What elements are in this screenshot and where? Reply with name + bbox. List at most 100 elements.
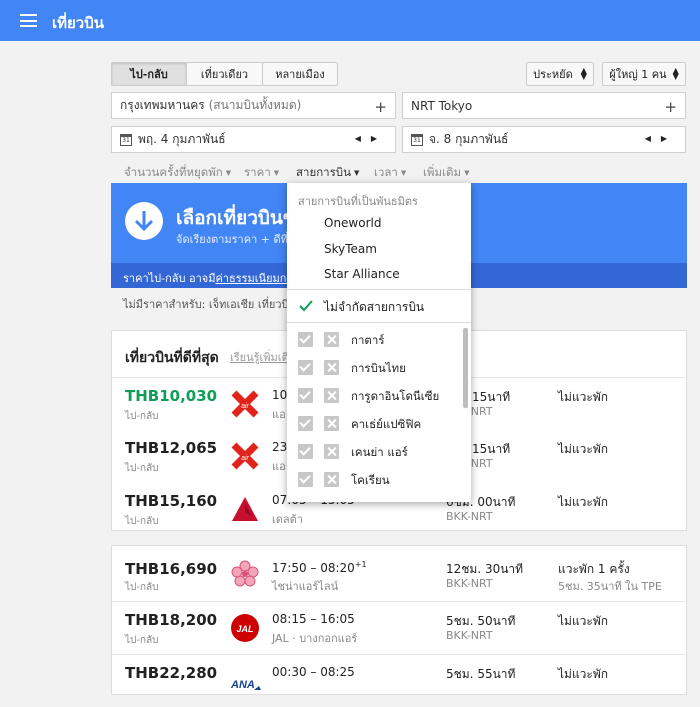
filter-time-label: เวลา (374, 165, 398, 179)
alliance-star-alliance[interactable]: Star Alliance (324, 267, 400, 281)
caret-down-icon: ▼ (464, 168, 470, 177)
exclude-airline-icon[interactable] (324, 332, 339, 347)
flight-price: THB12,065 (125, 439, 218, 457)
ana-logo-text: ANA (230, 679, 255, 691)
divider (287, 289, 471, 290)
flight-row[interactable]: THB16,690 ไป-กลับ 17:50 – 08:20+1 ไชน่าแ… (112, 546, 688, 599)
destination-field[interactable]: NRT Tokyo + (402, 92, 686, 119)
filter-airlines-label: สายการบิน (296, 165, 351, 179)
return-date-value: จ. 8 กุมภาพันธ์ (429, 132, 509, 146)
cabin-class-value: ประหยัด (533, 68, 573, 81)
fees-link[interactable]: ค่าธรรมเนียมกร (215, 272, 292, 285)
jal-logo-text: JAL (236, 624, 253, 634)
flight-route: BKK-NRT (446, 629, 493, 642)
airline-option-label: โคเรียน (351, 473, 390, 487)
price-note-text: ราคาไป-กลับ อาจมี (123, 272, 216, 285)
trip-type: ไป-กลับ (125, 516, 159, 527)
date-prev-next-icon[interactable]: ◀▶ (645, 134, 677, 143)
airline-name: เดลต้า (272, 513, 303, 526)
exclude-airline-icon[interactable] (324, 416, 339, 431)
passenger-select[interactable]: ผู้ใหญ่ 1 คน ▲ ▼ (602, 62, 686, 86)
filter-stops[interactable]: จำนวนครั้งที่หยุดพัก ▼ (124, 164, 231, 182)
flight-duration: 5ชม. 55นาที (446, 667, 516, 681)
depart-date-field[interactable]: 31 พฤ. 4 กุมภาพันธ์ ◀▶ (111, 126, 396, 153)
other-flights-card: THB16,690 ไป-กลับ 17:50 – 08:20+1 ไชน่าแ… (111, 545, 688, 695)
exclude-airline-icon[interactable] (324, 388, 339, 403)
alliance-oneworld[interactable]: Oneworld (324, 216, 381, 230)
filter-more-label: เพิ่มเติม (423, 165, 462, 179)
origin-hint: (สนามบินทั้งหมด) (208, 98, 302, 112)
hamburger-menu-icon[interactable] (20, 14, 37, 27)
trip-type: ไป-กลับ (125, 463, 159, 474)
arrow-down-icon (125, 202, 163, 240)
flight-time: 00:30 – 08:25 (272, 665, 355, 679)
alliance-header: สายการบินที่เป็นพันธมิตร (298, 195, 418, 208)
divider (287, 322, 471, 323)
banner-subtitle: จัดเรียงตามราคา + ดีที่ (176, 233, 288, 246)
date-prev-next-icon[interactable]: ◀▶ (355, 134, 387, 143)
filter-more[interactable]: เพิ่มเติม ▼ (423, 164, 469, 182)
filter-price-label: ราคา (244, 165, 271, 179)
trip-type: ไป-กลับ (125, 635, 159, 646)
flight-price: THB22,280 (125, 664, 218, 682)
airline-name: ไชน่าแอร์ไลน์ (272, 580, 339, 593)
airline-checkbox[interactable] (298, 416, 313, 431)
flight-row[interactable]: THB18,200 ไป-กลับ JAL 08:15 – 16:05 JAL … (112, 601, 688, 654)
flight-price: THB18,200 (125, 611, 218, 629)
jal-logo: JAL (230, 613, 260, 643)
flight-row[interactable]: THB22,280 ANA 00:30 – 08:25 5ชม. 55นาที … (112, 654, 688, 707)
airline-checkbox[interactable] (298, 388, 313, 403)
airline-option-label: การูดาอินโดนีเซีย (351, 389, 440, 403)
tab-round-trip[interactable]: ไป-กลับ (111, 62, 187, 86)
exclude-airline-icon[interactable] (324, 360, 339, 375)
flight-price: THB15,160 (125, 492, 218, 510)
airline-option-label: กาตาร์ (351, 333, 385, 347)
airline-name: แอ (272, 460, 286, 473)
airline-checkbox[interactable] (298, 444, 313, 459)
flight-route: BKK-NRT (446, 510, 493, 523)
airline-checkbox[interactable] (298, 472, 313, 487)
passenger-value: ผู้ใหญ่ 1 คน (609, 68, 667, 81)
flight-stops: ไม่แวะพัก (558, 614, 609, 628)
flight-price: THB16,690 (125, 560, 218, 578)
app-header: เที่ยวบิน (0, 0, 700, 41)
filter-stops-label: จำนวนครั้งที่หยุดพัก (124, 165, 223, 179)
destination-value: NRT Tokyo (411, 98, 473, 113)
no-airline-limit-option[interactable]: ไม่จำกัดสายการบิน (324, 298, 424, 317)
layover-info: 5ชม. 35นาที ใน TPE (558, 580, 662, 593)
ana-logo: ANA (230, 666, 261, 696)
no-price-note: ไม่มีราคาสำหรับ: เจ็ทเอเชีย เที่ยวบิ (123, 298, 289, 311)
next-day-marker: +1 (354, 560, 367, 569)
updown-arrow-icon: ▲ ▼ (580, 66, 587, 81)
airline-option-label: การบินไทย (351, 361, 406, 375)
flight-price: THB10,030 (125, 387, 218, 405)
filter-airlines[interactable]: สายการบิน ▼ (296, 164, 359, 182)
caret-down-icon: ▼ (400, 168, 407, 177)
return-date-field[interactable]: 31 จ. 8 กุมภาพันธ์ ◀▶ (402, 126, 686, 153)
svg-text:air: air (241, 403, 249, 410)
add-destination-icon[interactable]: + (664, 98, 677, 116)
filter-time[interactable]: เวลา ▼ (374, 164, 406, 182)
alliance-skyteam[interactable]: SkyTeam (324, 242, 377, 256)
airasia-logo: air (230, 441, 260, 471)
filter-price[interactable]: ราคา ▼ (244, 164, 279, 182)
depart-date-value: พฤ. 4 กุมภาพันธ์ (138, 132, 226, 146)
airline-checkbox[interactable] (298, 360, 313, 375)
exclude-airline-icon[interactable] (324, 444, 339, 459)
airline-option-label: คาเธ่ย์แปซิฟิค (351, 417, 422, 431)
tab-multi-city[interactable]: หลายเมือง (262, 62, 338, 86)
origin-field[interactable]: กรุงเทพมหานคร (สนามบินทั้งหมด) + (111, 92, 396, 119)
exclude-airline-icon[interactable] (324, 472, 339, 487)
check-icon (298, 298, 314, 314)
dropdown-scrollbar[interactable] (463, 328, 468, 408)
tab-one-way[interactable]: เที่ยวเดียว (186, 62, 263, 86)
airline-name: แอ (272, 408, 286, 421)
cabin-class-select[interactable]: ประหยัด ▲ ▼ (526, 62, 594, 86)
flight-time: 17:50 – 08:20+1 (272, 560, 367, 575)
airline-name: JAL · บางกอกแอร์ (272, 632, 358, 645)
flight-time-text: 17:50 – 08:20 (272, 561, 355, 575)
learn-more-link[interactable]: เรียนรู้เพิ่มเติ (230, 348, 289, 366)
updown-arrow-icon: ▲ ▼ (672, 66, 679, 81)
airline-checkbox[interactable] (298, 332, 313, 347)
add-origin-icon[interactable]: + (374, 98, 387, 116)
